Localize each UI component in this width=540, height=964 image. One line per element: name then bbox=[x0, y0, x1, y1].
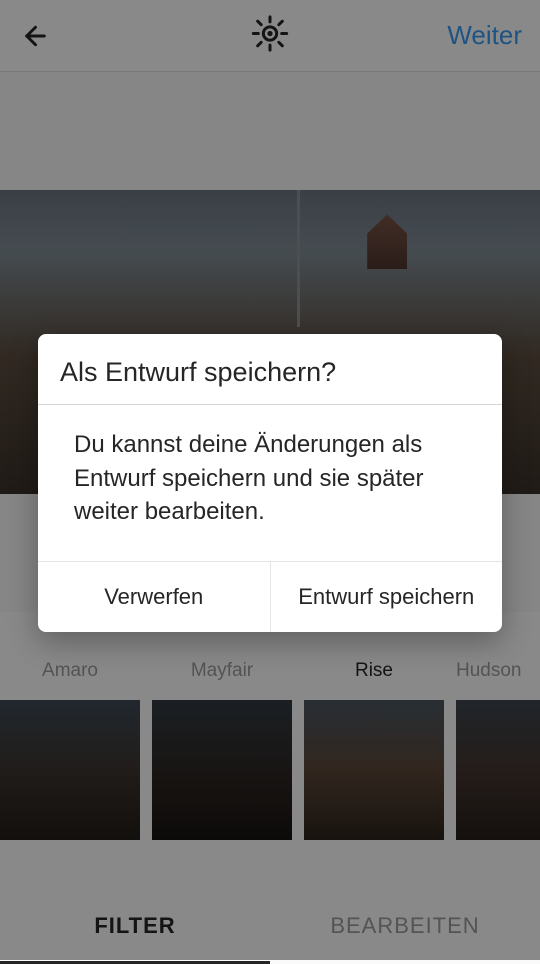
discard-button[interactable]: Verwerfen bbox=[38, 562, 270, 632]
save-draft-button[interactable]: Entwurf speichern bbox=[270, 562, 503, 632]
dialog-actions: Verwerfen Entwurf speichern bbox=[38, 561, 502, 632]
save-draft-dialog: Als Entwurf speichern? Du kannst deine Ä… bbox=[38, 334, 502, 632]
dialog-title: Als Entwurf speichern? bbox=[38, 334, 502, 405]
dialog-message: Du kannst deine Änderungen als Entwurf s… bbox=[38, 405, 502, 561]
app-root: Weiter Amaro Mayfair Rise Hudson FILTER … bbox=[0, 0, 540, 960]
